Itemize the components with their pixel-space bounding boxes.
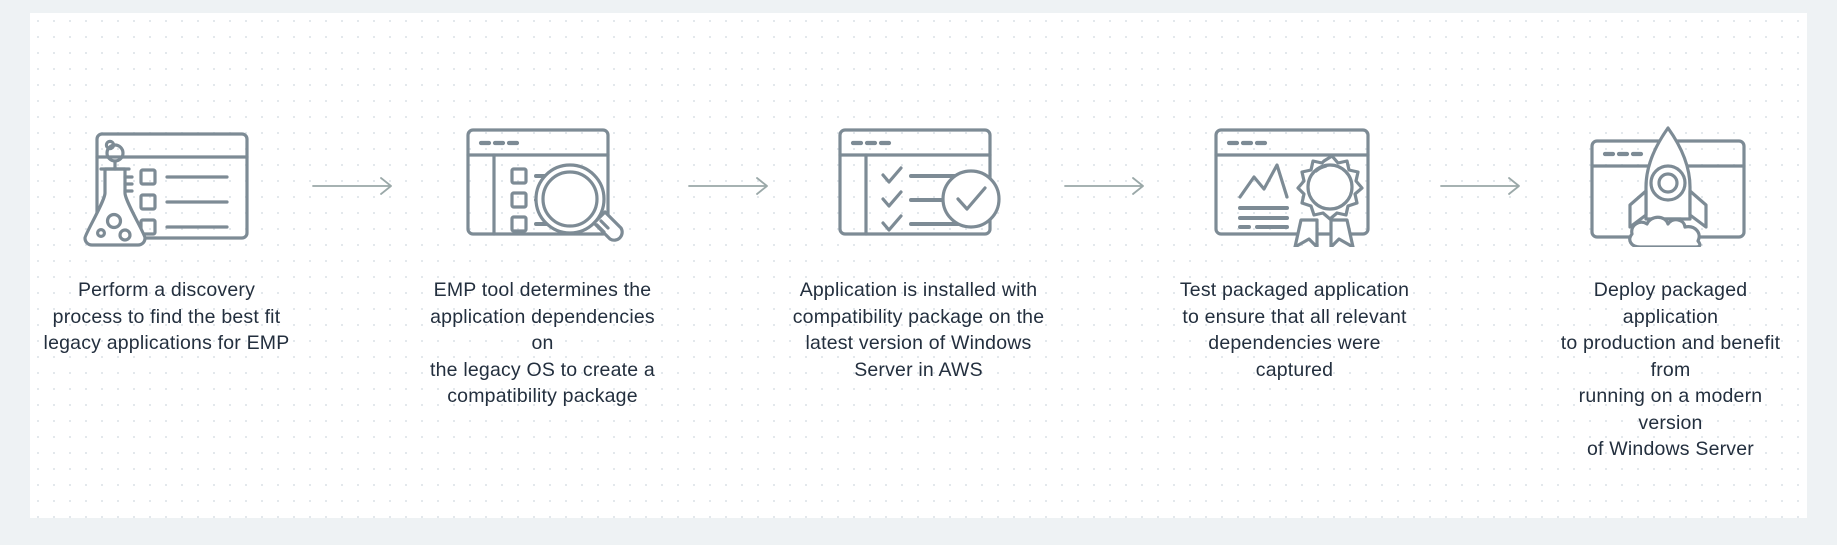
diagram-canvas: Perform a discovery process to find the … [30,13,1807,518]
arrow-right-icon [687,177,768,195]
process-step-4: Test packaged application to ensure that… [1154,125,1435,383]
connector-2 [683,125,778,247]
checkmarks-window-icon [837,128,1001,236]
process-step-3: Application is installed with compatibil… [778,125,1059,383]
process-step-5: Deploy packaged application to productio… [1530,125,1811,463]
rocket-launch-window-icon [1589,126,1746,247]
process-step-4-caption: Test packaged application to ensure that… [1179,279,1410,381]
connector-1 [307,125,402,247]
process-step-2-caption: EMP tool determines the application depe… [430,279,655,407]
arrow-right-icon [1063,177,1144,195]
arrow-right-icon [311,177,392,195]
process-step-2: EMP tool determines the application depe… [402,125,683,410]
magnifying-glass-checklist-window-icon [465,128,624,242]
process-step-1: Perform a discovery process to find the … [26,125,307,357]
process-step-5-caption: Deploy packaged application to productio… [1560,279,1781,460]
flask-checklist-window-icon [82,132,249,247]
connector-3 [1059,125,1154,247]
process-step-3-caption: Application is installed with compatibil… [792,279,1045,381]
process-flow: Perform a discovery process to find the … [30,13,1807,518]
process-step-1-caption: Perform a discovery process to find the … [43,279,290,354]
arrow-right-icon [1439,177,1520,195]
certificate-ribbon-window-icon [1213,128,1370,247]
connector-4 [1435,125,1530,247]
